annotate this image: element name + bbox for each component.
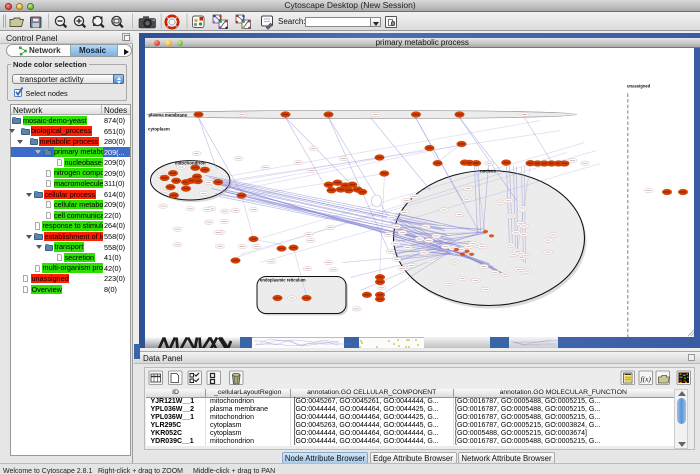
svg-text:cytoplasm: cytoplasm xyxy=(148,127,170,132)
svg-text:nucleus: nucleus xyxy=(480,169,496,174)
svg-text:plasma membrane: plasma membrane xyxy=(148,112,187,117)
svg-text:endoplasmic reticulum: endoplasmic reticulum xyxy=(260,278,306,283)
svg-text:unassigned: unassigned xyxy=(627,84,651,89)
